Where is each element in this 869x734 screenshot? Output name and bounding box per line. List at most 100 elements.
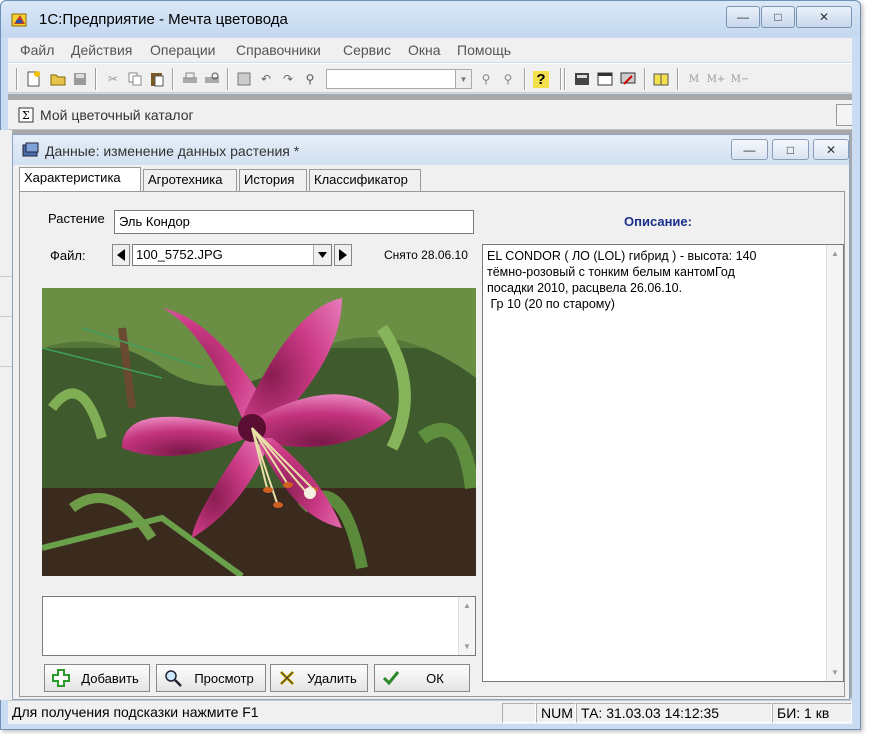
photo-date-label: Снято 28.06.10 xyxy=(384,248,468,262)
chevron-down-icon[interactable] xyxy=(313,245,331,265)
status-ta: ТА: 31.03.03 14:12:35 xyxy=(576,703,772,723)
menu-help[interactable]: Помощь xyxy=(457,42,511,58)
redo-icon[interactable]: ↷ xyxy=(278,69,298,89)
plant-name-input[interactable]: Эль Кондор xyxy=(114,210,474,234)
status-num: NUM xyxy=(536,703,576,723)
close-icon: ✕ xyxy=(825,142,837,157)
help-question-icon[interactable]: ? xyxy=(531,69,551,89)
checkmark-icon xyxy=(381,668,401,688)
menu-bar: Файл Действия Операции Справочники Серви… xyxy=(8,38,852,62)
characteristics-panel: Растение Эль Кондор Файл: 100_5752.JPG С… xyxy=(19,191,845,697)
close-icon: ✕ xyxy=(818,10,830,24)
description-line: посадки 2010, расцвела 26.06.10. xyxy=(487,281,683,295)
magnifier-icon xyxy=(163,668,183,688)
description-scrollbar[interactable]: ▲ ▼ xyxy=(826,245,843,681)
title-bar[interactable]: 1С:Предприятие - Мечта цветовода — □ ✕ xyxy=(1,1,860,37)
delete-button[interactable]: Удалить xyxy=(270,664,368,692)
paste-icon[interactable] xyxy=(147,69,167,89)
memory-store-button[interactable]: M xyxy=(684,69,704,89)
arrow-right-icon xyxy=(339,249,347,261)
file-select-value: 100_5752.JPG xyxy=(136,247,223,262)
maximize-icon: □ xyxy=(774,10,782,24)
description-line: Гр 10 (20 по старому) xyxy=(487,297,615,311)
next-file-button[interactable] xyxy=(334,244,352,266)
print-preview-icon[interactable] xyxy=(202,69,222,89)
scroll-up-icon[interactable]: ▲ xyxy=(831,249,839,258)
ok-button[interactable]: ОК xyxy=(374,664,470,692)
find-binoculars-icon[interactable]: ⚲ xyxy=(300,69,320,89)
form-maximize-button[interactable]: □ xyxy=(772,139,809,160)
arrow-left-icon xyxy=(117,249,125,261)
save-icon[interactable] xyxy=(70,69,90,89)
scroll-down-icon[interactable]: ▼ xyxy=(831,668,839,677)
book-icon[interactable] xyxy=(651,69,671,89)
menu-service[interactable]: Сервис xyxy=(343,42,391,58)
plant-name-value: Эль Кондор xyxy=(119,214,190,229)
status-hint: Для получения подсказки нажмите F1 xyxy=(12,704,259,720)
memory-subtract-button[interactable]: M− xyxy=(728,69,752,89)
calculator-icon[interactable] xyxy=(572,69,592,89)
toolbar-grip xyxy=(16,68,18,90)
scroll-down-icon[interactable]: ▼ xyxy=(463,642,471,651)
plus-icon xyxy=(51,668,71,688)
maximize-button[interactable]: □ xyxy=(761,6,795,28)
find-next-icon[interactable]: ⚲ xyxy=(476,69,496,89)
cut-icon[interactable]: ✂ xyxy=(103,69,123,89)
form-title-bar[interactable]: Данные: изменение данных растения * — □ … xyxy=(13,135,849,165)
app-logo-icon xyxy=(11,13,27,27)
file-select[interactable]: 100_5752.JPG xyxy=(132,244,332,266)
toolbar: ✂ ↶ ↷ ⚲ ▼ ⚲ ⚲ ? M M+ M− xyxy=(8,63,852,93)
minimize-button[interactable]: — xyxy=(726,6,760,28)
menu-operations[interactable]: Операции xyxy=(150,42,216,58)
memory-add-button[interactable]: M+ xyxy=(704,69,728,89)
close-button[interactable]: ✕ xyxy=(796,6,852,28)
copy-icon[interactable] xyxy=(125,69,145,89)
tab-classifier[interactable]: Классификатор xyxy=(309,169,421,191)
delete-button-label: Удалить xyxy=(307,670,357,686)
minimize-icon: — xyxy=(737,10,749,24)
scroll-up-icon[interactable]: ▲ xyxy=(463,601,471,610)
print-icon[interactable] xyxy=(180,69,200,89)
tab-history[interactable]: История xyxy=(239,169,307,191)
delete-x-icon xyxy=(277,668,297,688)
calculator-grid-icon[interactable] xyxy=(234,69,254,89)
plant-edit-window: Данные: изменение данных растения * — □ … xyxy=(12,134,850,700)
form-icon xyxy=(22,142,39,157)
minimize-icon: — xyxy=(743,142,756,157)
catalog-window-control[interactable] xyxy=(836,104,852,126)
plant-label: Растение xyxy=(48,211,105,226)
status-bi: БИ: 1 кв xyxy=(772,703,852,723)
menu-references[interactable]: Справочники xyxy=(236,42,321,58)
menu-actions[interactable]: Действия xyxy=(71,42,132,58)
edit-text-icon[interactable] xyxy=(618,69,638,89)
tab-characteristics[interactable]: Характеристика xyxy=(19,167,141,191)
search-combo[interactable]: ▼ xyxy=(326,69,472,89)
add-button-label: Добавить xyxy=(81,670,139,686)
chevron-down-icon[interactable]: ▼ xyxy=(455,70,471,88)
open-folder-icon[interactable] xyxy=(48,69,68,89)
form-close-button[interactable]: ✕ xyxy=(813,139,849,160)
notes-textarea[interactable]: ▲ ▼ xyxy=(42,596,476,656)
background-window-edge xyxy=(0,130,12,700)
form-title: Данные: изменение данных растения * xyxy=(45,143,300,159)
calendar-icon[interactable] xyxy=(595,69,615,89)
notes-scrollbar[interactable]: ▲ ▼ xyxy=(458,597,475,655)
tab-agrotechnics[interactable]: Агротехника xyxy=(143,169,237,191)
add-button[interactable]: Добавить xyxy=(44,664,150,692)
ok-button-label: ОК xyxy=(426,670,444,686)
view-button[interactable]: Просмотр xyxy=(156,664,266,692)
plant-photo xyxy=(42,288,476,576)
menu-windows[interactable]: Окна xyxy=(408,42,441,58)
menu-file[interactable]: Файл xyxy=(20,42,54,58)
maximize-icon: □ xyxy=(786,142,795,157)
undo-icon[interactable]: ↶ xyxy=(256,69,276,89)
prev-file-button[interactable] xyxy=(112,244,130,266)
form-minimize-button[interactable]: — xyxy=(731,139,768,160)
description-textarea[interactable]: EL CONDOR ( ЛО (LOL) гибрид ) - высота: … xyxy=(482,244,844,682)
status-bar: Для получения подсказки нажмите F1 NUM Т… xyxy=(8,700,852,724)
status-empty-cell xyxy=(502,703,536,723)
new-document-icon[interactable] xyxy=(24,69,44,89)
catalog-window-bar[interactable]: Σ Мой цветочный каталог xyxy=(8,100,852,130)
svg-text:Σ: Σ xyxy=(22,109,30,122)
find-previous-icon[interactable]: ⚲ xyxy=(498,69,518,89)
